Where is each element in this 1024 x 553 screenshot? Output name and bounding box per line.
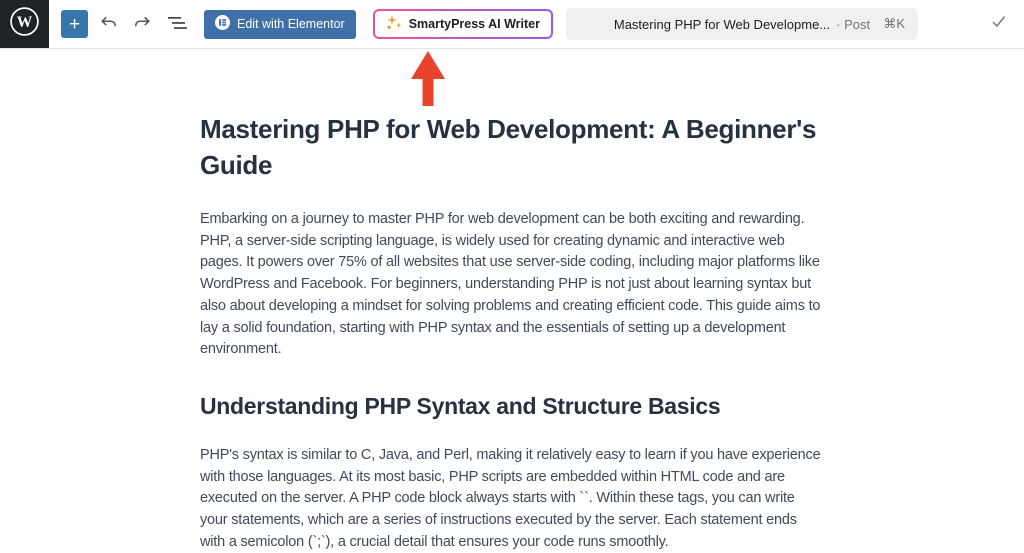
document-title: Mastering PHP for Web Developme... [614, 17, 830, 32]
document-title-command-button[interactable]: Mastering PHP for Web Developme... · Pos… [566, 8, 918, 40]
undo-button[interactable] [95, 10, 122, 38]
redo-button[interactable] [129, 10, 156, 38]
svg-text:W: W [17, 14, 33, 31]
editor-canvas: Mastering PHP for Web Development: A Beg… [200, 49, 824, 553]
smartypress-ai-writer-button[interactable]: SmartyPress AI Writer [373, 9, 553, 39]
paragraph-block-syntax[interactable]: PHP's syntax is similar to C, Java, and … [200, 445, 824, 553]
check-icon [989, 12, 1008, 36]
add-block-button[interactable]: + [61, 10, 88, 38]
undo-icon [98, 13, 119, 36]
command-shortcut: ⌘K [883, 16, 905, 32]
document-overview-button[interactable] [163, 10, 190, 38]
post-type-label: · Post [836, 17, 870, 32]
sparkles-icon [386, 14, 402, 34]
post-title-block[interactable]: Mastering PHP for Web Development: A Beg… [200, 111, 824, 183]
saved-status-indicator [989, 12, 1008, 36]
block-tools-group: + [61, 10, 190, 38]
heading-block-syntax[interactable]: Understanding PHP Syntax and Structure B… [200, 391, 824, 421]
annotation-arrow-up-icon [411, 51, 445, 111]
elementor-button-label: Edit with Elementor [237, 17, 345, 31]
paragraph-block-intro[interactable]: Embarking on a journey to master PHP for… [200, 209, 824, 361]
elementor-icon [215, 15, 230, 33]
editor-toolbar: W + [0, 0, 1024, 49]
plus-icon: + [69, 15, 80, 34]
wordpress-icon: W [9, 6, 40, 42]
smartypress-button-label: SmartyPress AI Writer [409, 17, 540, 31]
list-view-icon [166, 14, 188, 35]
redo-icon [132, 13, 153, 36]
wordpress-menu-button[interactable]: W [0, 0, 49, 48]
edit-with-elementor-button[interactable]: Edit with Elementor [204, 10, 356, 39]
